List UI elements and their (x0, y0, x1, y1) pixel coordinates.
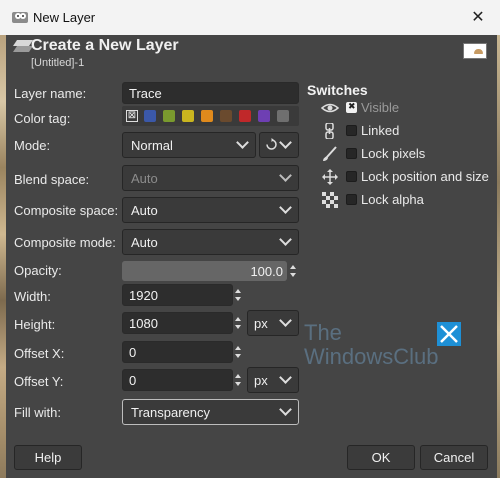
offset-unit-value: px (254, 373, 268, 388)
chain-icon (325, 123, 334, 139)
color-tag-swatch[interactable] (258, 110, 270, 122)
offset-y-spin-buttons[interactable] (233, 369, 243, 391)
offset-unit-dropdown[interactable]: px (247, 367, 299, 393)
opacity-value: 100.0 (250, 264, 283, 279)
offset-x-label: Offset X: (14, 346, 65, 361)
composite-mode-value: Auto (131, 235, 158, 250)
height-spin-buttons[interactable] (233, 312, 243, 334)
blend-space-value: Auto (131, 171, 158, 186)
opacity-slider[interactable]: 100.0 (122, 261, 287, 281)
lock-pixels-checkbox[interactable] (346, 148, 357, 159)
image-thumbnail (463, 43, 487, 59)
offset-x-spin-buttons[interactable] (233, 341, 243, 363)
fill-with-dropdown[interactable]: Transparency (122, 399, 299, 425)
color-tag-label: Color tag: (14, 111, 71, 126)
color-tag-swatch[interactable] (144, 110, 156, 122)
window-titlebar: New Layer ✕ (0, 0, 500, 35)
size-unit-value: px (254, 316, 268, 331)
layer-icon (13, 40, 33, 52)
fill-with-value: Transparency (131, 405, 210, 420)
mode-label: Mode: (14, 138, 51, 153)
color-tag-swatch[interactable] (182, 110, 194, 122)
composite-space-value: Auto (131, 203, 158, 218)
watermark-line1: The (304, 320, 342, 345)
color-tag-swatch[interactable] (220, 110, 232, 122)
chevron-down-icon (279, 201, 292, 214)
opacity-label: Opacity: (14, 263, 62, 278)
window-title: New Layer (33, 10, 96, 25)
watermark: The WindowsClub (304, 320, 464, 372)
color-tag-swatch[interactable] (277, 110, 289, 122)
width-input[interactable]: 1920 (122, 284, 233, 306)
close-icon[interactable]: ✕ (464, 6, 492, 28)
visible-checkbox[interactable] (346, 102, 357, 113)
checkerboard-icon (322, 192, 338, 208)
watermark-line2: WindowsClub (304, 344, 439, 369)
layer-name-input[interactable]: Trace (122, 82, 299, 104)
color-tag-swatch[interactable] (239, 110, 251, 122)
mode-group-dropdown[interactable] (259, 132, 299, 158)
offset-x-input[interactable]: 0 (122, 341, 233, 363)
lock-alpha-checkbox[interactable] (346, 194, 357, 205)
height-label: Height: (14, 317, 56, 332)
size-unit-dropdown[interactable]: px (247, 310, 299, 336)
composite-mode-label: Composite mode: (14, 235, 116, 250)
switch-label: Linked (361, 123, 400, 138)
mode-dropdown[interactable]: Normal (122, 132, 256, 158)
switches-title: Switches (307, 82, 368, 98)
chevron-down-icon (279, 136, 292, 149)
linked-checkbox[interactable] (346, 125, 357, 136)
chevron-down-icon (236, 136, 249, 149)
blend-space-dropdown[interactable]: Auto (122, 165, 299, 191)
brush-icon (323, 146, 337, 161)
dialog-header-title: Create a New Layer (31, 37, 179, 54)
width-spin-buttons[interactable] (233, 284, 243, 306)
gimp-app-icon (12, 12, 28, 23)
mode-value: Normal (131, 138, 173, 153)
move-icon (322, 169, 338, 185)
dialog-header-subtitle: [Untitled]-1 (31, 57, 85, 69)
color-tag-swatch[interactable] (201, 110, 213, 122)
blend-space-label: Blend space: (14, 172, 90, 187)
new-layer-dialog: Create a New Layer [Untitled]-1 Layer na… (6, 35, 497, 478)
chevron-down-icon (279, 371, 292, 384)
fill-with-label: Fill with: (14, 405, 61, 420)
ok-button[interactable]: OK (347, 445, 415, 470)
chevron-down-icon (279, 314, 292, 327)
color-tag-swatch[interactable] (163, 110, 175, 122)
eye-icon (321, 103, 339, 113)
switch-label: Visible (361, 100, 400, 115)
cancel-button[interactable]: Cancel (420, 445, 488, 470)
layer-name-label: Layer name: (14, 86, 87, 101)
chevron-down-icon (279, 403, 292, 416)
height-input[interactable]: 1080 (122, 312, 233, 334)
switch-label: Lock alpha (361, 192, 424, 207)
lock-position-checkbox[interactable] (346, 171, 357, 182)
width-label: Width: (14, 289, 51, 304)
watermark-logo-icon (437, 322, 461, 346)
chevron-down-icon (279, 233, 292, 246)
offset-y-input[interactable]: 0 (122, 369, 233, 391)
color-tag-none[interactable]: ⊠ (126, 110, 138, 122)
switch-label: Lock pixels (361, 146, 426, 161)
composite-space-dropdown[interactable]: Auto (122, 197, 299, 223)
composite-space-label: Composite space: (14, 203, 119, 218)
offset-y-label: Offset Y: (14, 374, 64, 389)
help-button[interactable]: Help (14, 445, 82, 470)
opacity-spin-buttons[interactable] (288, 260, 298, 282)
switch-label: Lock position and size (361, 169, 489, 184)
chevron-down-icon (279, 169, 292, 182)
reset-icon (266, 138, 277, 150)
composite-mode-dropdown[interactable]: Auto (122, 229, 299, 255)
